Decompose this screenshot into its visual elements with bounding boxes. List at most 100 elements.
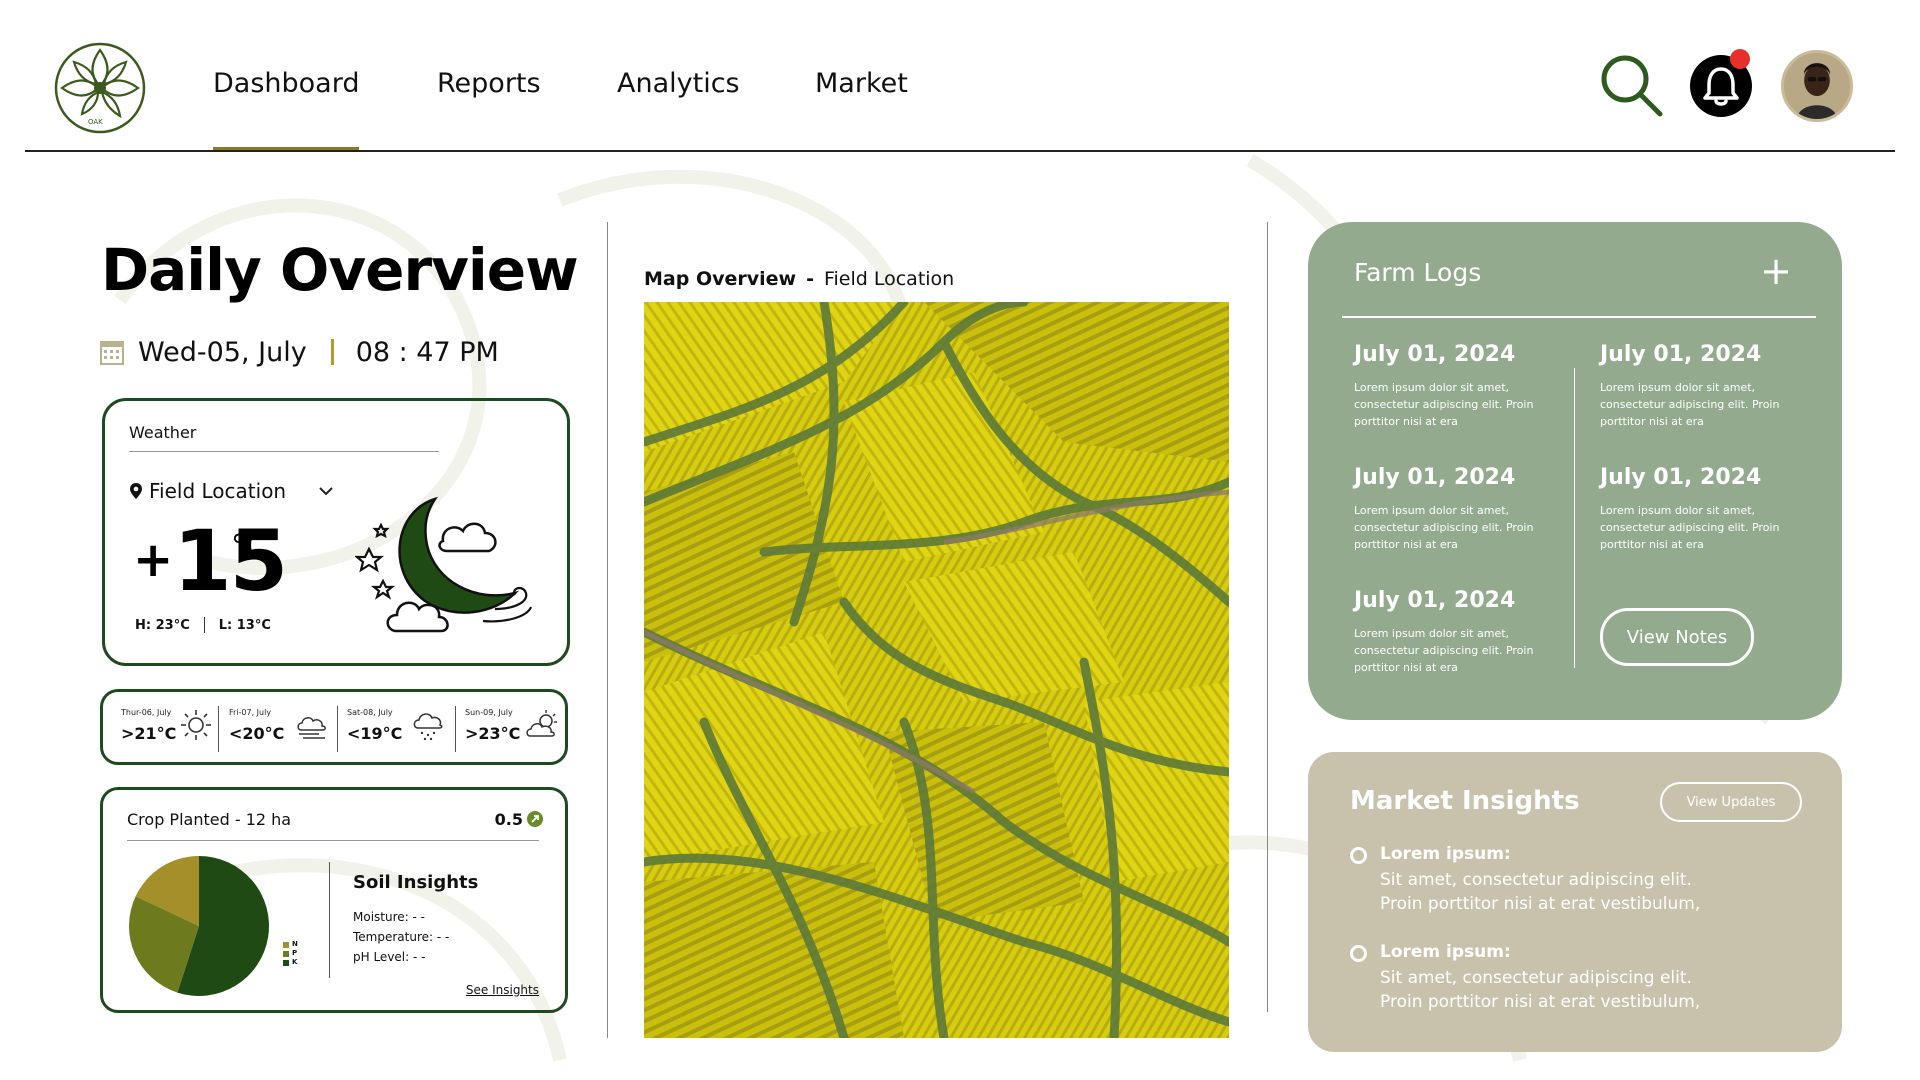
- forecast-day-4: Sun-09, July >23°C: [465, 704, 565, 754]
- forecast-temp: >21°C: [121, 724, 177, 743]
- date-separator: [330, 339, 334, 365]
- legend-k: K: [283, 958, 298, 967]
- market-insights-card: Market Insights View Updates Lorem ipsum…: [1308, 752, 1842, 1052]
- weather-divider: [129, 451, 439, 452]
- farm-logs-title: Farm Logs: [1354, 258, 1482, 287]
- insight-heading: Lorem ipsum:: [1380, 942, 1511, 962]
- log-date: July 01, 2024: [1354, 342, 1516, 367]
- npk-pie-chart: [129, 856, 269, 996]
- forecast-temp: <20°C: [229, 724, 285, 743]
- crop-label: Crop Planted - 12 ha: [127, 810, 292, 829]
- moon-cloud-icon: [355, 496, 533, 633]
- partly-cloudy-icon: [526, 710, 557, 737]
- farm-logs-card: Farm Logs + July 01, 2024 Lorem ipsum do…: [1308, 222, 1842, 720]
- user-avatar[interactable]: [1781, 50, 1853, 122]
- log-text: Lorem ipsum dolor sit amet, consectetur …: [1354, 627, 1534, 674]
- log-date: July 01, 2024: [1600, 342, 1762, 367]
- log-entry[interactable]: July 01, 2024 Lorem ipsum dolor sit amet…: [1600, 342, 1810, 430]
- view-notes-button[interactable]: View Notes: [1600, 608, 1754, 666]
- forecast-divider: [218, 706, 219, 752]
- forecast-date: Sun-09, July: [465, 708, 513, 717]
- svg-text:OAK: OAK: [88, 118, 103, 126]
- nav-reports[interactable]: Reports: [437, 68, 541, 99]
- forecast-strip: Thur-06, July >21°C Fri-07, July <20°C S…: [100, 689, 568, 765]
- log-date: July 01, 2024: [1354, 465, 1516, 490]
- brand-logo[interactable]: OAK: [52, 40, 148, 136]
- search-icon[interactable]: [1598, 52, 1664, 118]
- log-entry[interactable]: July 01, 2024 Lorem ipsum dolor sit amet…: [1354, 588, 1564, 676]
- farm-logs-column-divider: [1574, 368, 1575, 668]
- forecast-date: Thur-06, July: [121, 708, 172, 717]
- temperature-unit: °C: [231, 529, 267, 564]
- header-divider: [25, 150, 1895, 152]
- insight-radio[interactable]: [1350, 945, 1367, 962]
- current-date: Wed-05, July: [138, 336, 307, 368]
- insight-body: Sit amet, consectetur adipiscing elit. P…: [1380, 968, 1701, 1012]
- field-map[interactable]: [644, 302, 1229, 1038]
- chevron-down-icon: [319, 487, 333, 496]
- insight-radio[interactable]: [1350, 847, 1367, 864]
- weather-card: Weather Field Location +15 °C H: 23°C L:…: [102, 398, 570, 666]
- high-low-separator: [203, 617, 205, 633]
- soil-moisture: Moisture: - -: [353, 910, 425, 924]
- log-entry[interactable]: July 01, 2024 Lorem ipsum dolor sit amet…: [1600, 465, 1810, 553]
- page-title: Daily Overview: [101, 236, 579, 304]
- map-title-text: Map Overview: [644, 268, 797, 290]
- current-time: 08 : 47 PM: [355, 336, 499, 368]
- log-text: Lorem ipsum dolor sit amet, consectetur …: [1354, 504, 1534, 551]
- forecast-date: Sat-08, July: [347, 708, 393, 717]
- add-log-button[interactable]: +: [1760, 252, 1792, 290]
- map-subtitle: Field Location: [823, 268, 955, 290]
- forecast-divider: [337, 706, 338, 752]
- view-updates-button[interactable]: View Updates: [1660, 782, 1802, 822]
- see-insights-link[interactable]: See Insights: [466, 983, 539, 997]
- user-portrait: [1784, 53, 1850, 119]
- log-text: Lorem ipsum dolor sit amet, consectetur …: [1600, 504, 1780, 551]
- column-divider-left: [607, 222, 608, 1038]
- crop-divider: [127, 840, 539, 841]
- high-temperature: H: 23°C: [135, 617, 190, 633]
- location-dropdown[interactable]: Field Location: [129, 479, 334, 503]
- calendar-icon: [100, 341, 124, 365]
- legend-n: N: [283, 940, 298, 949]
- notification-button[interactable]: [1690, 49, 1752, 117]
- sun-icon: [181, 710, 211, 740]
- top-navbar: OAK Dashboard Reports Analytics Market: [0, 0, 1920, 152]
- insight-heading: Lorem ipsum:: [1380, 844, 1511, 864]
- map-title-dash: -: [806, 268, 814, 290]
- forecast-temp: <19°C: [347, 724, 403, 743]
- high-low-row: H: 23°C L: 13°C: [135, 617, 271, 633]
- field-aerial-image: [644, 302, 1229, 1038]
- soil-ph: pH Level: - -: [353, 950, 426, 964]
- log-text: Lorem ipsum dolor sit amet, consectetur …: [1600, 381, 1780, 428]
- low-temperature: L: 13°C: [218, 617, 271, 633]
- log-date: July 01, 2024: [1354, 588, 1516, 613]
- location-label: Field Location: [149, 479, 287, 503]
- column-divider-right: [1267, 222, 1268, 1012]
- date-time-row: Wed-05, July 08 : 47 PM: [100, 334, 499, 370]
- market-insights-title: Market Insights: [1350, 786, 1580, 816]
- crop-value: 0.5: [494, 810, 523, 829]
- windy-cloud-icon: [297, 717, 326, 739]
- nav-market[interactable]: Market: [815, 68, 908, 99]
- rain-cloud-icon: [413, 713, 443, 741]
- weather-label: Weather: [129, 423, 197, 442]
- nav-analytics[interactable]: Analytics: [617, 68, 740, 99]
- farm-logs-divider: [1342, 316, 1816, 318]
- forecast-day-2: Fri-07, July <20°C: [229, 704, 329, 754]
- location-pin-icon: [130, 483, 142, 499]
- soil-temperature: Temperature: - -: [353, 930, 450, 944]
- soil-insights-title: Soil Insights: [353, 872, 479, 893]
- legend-p: P: [283, 949, 298, 958]
- log-entry[interactable]: July 01, 2024 Lorem ipsum dolor sit amet…: [1354, 342, 1564, 430]
- nav-dashboard[interactable]: Dashboard: [213, 68, 360, 151]
- forecast-day-3: Sat-08, July <19°C: [347, 704, 447, 754]
- log-text: Lorem ipsum dolor sit amet, consectetur …: [1354, 381, 1534, 428]
- crop-card: Crop Planted - 12 ha 0.5 N P K Soil Insi…: [100, 787, 568, 1013]
- forecast-divider: [455, 706, 456, 752]
- log-date: July 01, 2024: [1600, 465, 1762, 490]
- forecast-temp: >23°C: [465, 724, 521, 743]
- forecast-date: Fri-07, July: [229, 708, 272, 717]
- log-entry[interactable]: July 01, 2024 Lorem ipsum dolor sit amet…: [1354, 465, 1564, 553]
- map-title: Map Overview - Field Location: [644, 268, 954, 290]
